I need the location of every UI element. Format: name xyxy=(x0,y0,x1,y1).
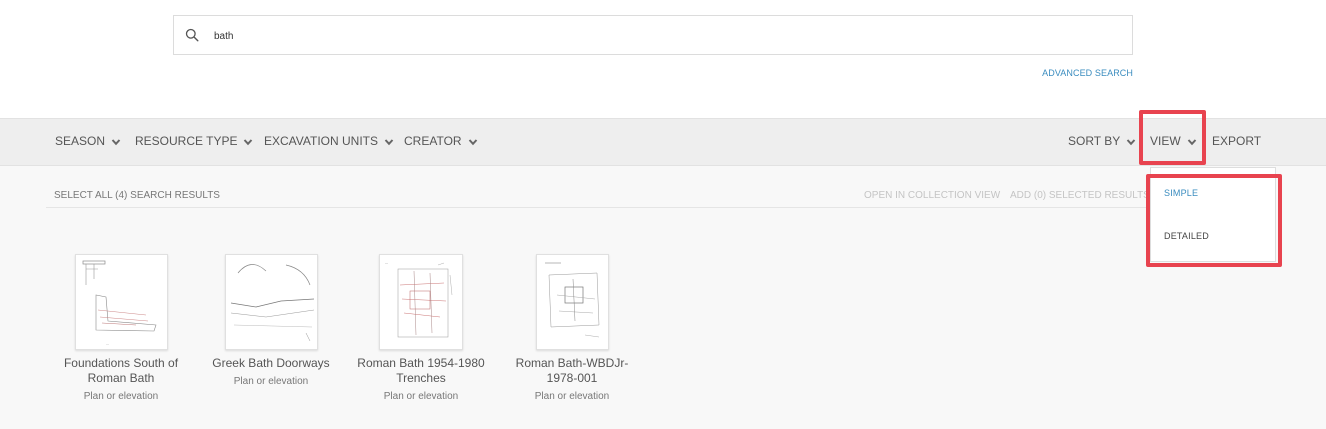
result-card[interactable]: — Foundations South of Roman Bath Plan or… xyxy=(51,254,191,402)
search-icon xyxy=(185,28,199,42)
creator-filter-label: CREATOR xyxy=(404,134,462,148)
search-box[interactable] xyxy=(173,15,1133,55)
results-area: SELECT ALL (4) SEARCH RESULTS OPEN IN CO… xyxy=(0,166,1326,429)
chevron-down-icon xyxy=(384,139,394,146)
result-title[interactable]: Roman Bath-WBDJr- 1978-001 xyxy=(502,356,642,386)
resource-type-filter[interactable]: RESOURCE TYPE xyxy=(135,134,253,148)
sort-by-label: SORT BY xyxy=(1068,134,1121,148)
drawing-thumbnail xyxy=(544,262,599,338)
result-thumbnail[interactable] xyxy=(224,254,318,350)
filter-bar: SEASON RESOURCE TYPE EXCAVATION UNITS CR… xyxy=(0,118,1326,166)
result-card[interactable]: Greek Bath Doorways Plan or elevation xyxy=(201,254,341,387)
result-title[interactable]: Greek Bath Doorways xyxy=(201,356,341,371)
result-type: Plan or elevation xyxy=(534,391,610,402)
result-type: Plan or elevation xyxy=(383,391,459,402)
creator-filter[interactable]: CREATOR xyxy=(404,134,478,148)
view-highlight-box xyxy=(1139,110,1206,165)
open-collection-view-link[interactable]: OPEN IN COLLECTION VIEW xyxy=(864,190,1000,201)
search-header: ADVANCED SEARCH xyxy=(0,0,1326,118)
result-title[interactable]: Foundations South of Roman Bath xyxy=(51,356,191,386)
export-label: EXPORT xyxy=(1212,134,1262,148)
chevron-down-icon xyxy=(244,139,253,146)
chevron-down-icon xyxy=(468,139,477,146)
result-thumbnail[interactable]: — xyxy=(74,254,168,350)
season-filter[interactable]: SEASON xyxy=(55,134,121,148)
add-selected-link[interactable]: ADD (0) SELECTED RESULTS xyxy=(1010,190,1150,201)
result-card[interactable]: Roman Bath-WBDJr- 1978-001 Plan or elevat… xyxy=(502,254,642,402)
select-all-link[interactable]: SELECT ALL (4) SEARCH RESULTS xyxy=(54,190,220,201)
sort-by-dropdown[interactable]: SORT BY xyxy=(1068,134,1136,148)
svg-text:—: — xyxy=(106,342,109,346)
resource-type-filter-label: RESOURCE TYPE xyxy=(135,134,238,148)
chevron-down-icon xyxy=(111,139,121,146)
dropdown-highlight-box xyxy=(1146,174,1282,267)
result-thumbnail[interactable]: — xyxy=(379,254,463,350)
search-input[interactable] xyxy=(214,26,1114,46)
results-action-bar: SELECT ALL (4) SEARCH RESULTS OPEN IN CO… xyxy=(46,184,1150,208)
result-type: Plan or elevation xyxy=(233,376,309,387)
result-type: Plan or elevation xyxy=(83,391,159,402)
drawing-thumbnail: — xyxy=(82,260,156,346)
svg-text:—: — xyxy=(385,261,388,265)
excavation-units-filter-label: EXCAVATION UNITS xyxy=(264,134,379,148)
drawing-thumbnail xyxy=(230,264,314,342)
result-card[interactable]: — Roman Bath 1954-1980 Trenches Plan or e… xyxy=(351,254,491,402)
chevron-down-icon xyxy=(1127,139,1136,146)
advanced-search-link[interactable]: ADVANCED SEARCH xyxy=(1042,68,1133,78)
result-thumbnail[interactable] xyxy=(535,254,609,350)
drawing-thumbnail: — xyxy=(385,261,453,338)
excavation-units-filter[interactable]: EXCAVATION UNITS xyxy=(264,134,394,148)
season-filter-label: SEASON xyxy=(55,134,106,148)
result-title[interactable]: Roman Bath 1954-1980 Trenches xyxy=(351,356,491,386)
export-button[interactable]: EXPORT xyxy=(1212,134,1261,148)
